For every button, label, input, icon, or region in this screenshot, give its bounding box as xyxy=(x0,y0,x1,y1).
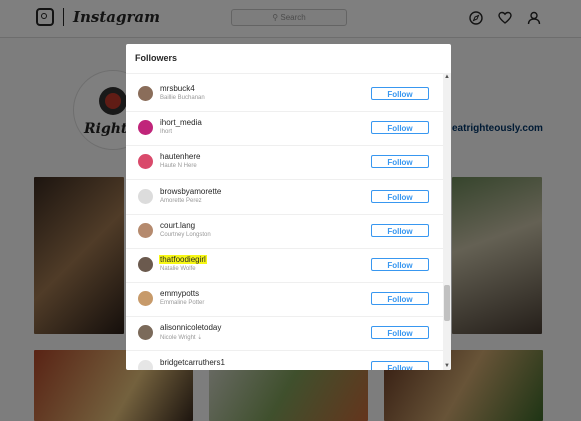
follower-username[interactable]: thatfoodiegirl xyxy=(159,255,207,264)
follower-username[interactable]: emmypotts xyxy=(160,289,199,298)
dialog-header: Followers xyxy=(126,44,451,74)
avatar[interactable] xyxy=(138,291,153,307)
follower-username[interactable]: hautenhere xyxy=(160,152,200,161)
follower-row: thatfoodiegirl Natalie Wolfe Follow xyxy=(126,249,443,283)
avatar[interactable] xyxy=(138,257,153,272)
follow-button[interactable]: Follow xyxy=(371,87,429,100)
follow-button[interactable]: Follow xyxy=(371,258,429,271)
avatar[interactable] xyxy=(138,222,153,238)
scroll-down-arrow-icon[interactable]: ▼ xyxy=(444,363,450,369)
follower-full-name: Emmaline Potter xyxy=(160,300,205,307)
scrollbar-thumb[interactable] xyxy=(444,285,450,321)
follower-full-name: Ihort xyxy=(160,129,173,136)
follower-username[interactable]: mrsbuck4 xyxy=(160,84,195,93)
dialog-title: Followers xyxy=(135,53,178,63)
follower-username[interactable]: browsbyamorette xyxy=(160,187,221,196)
follower-username[interactable]: ihort_media xyxy=(160,118,202,127)
follower-username[interactable]: alisonnicoletoday xyxy=(160,323,221,332)
avatar[interactable] xyxy=(138,86,153,101)
followers-list[interactable]: mrsbuck4 Baillie Buchanan Follow ihort_medi… xyxy=(126,73,443,370)
follower-username[interactable]: court.lang xyxy=(160,221,195,230)
follow-button[interactable]: Follow xyxy=(371,155,429,169)
avatar[interactable] xyxy=(138,325,153,341)
follower-full-name: Haute N Here xyxy=(160,163,197,170)
avatar[interactable] xyxy=(138,154,153,170)
follow-button[interactable]: Follow xyxy=(371,292,429,306)
follower-row: bridgetcarruthers1 Follow xyxy=(126,352,443,370)
follower-row: emmypotts Emmaline Potter Follow xyxy=(126,283,443,318)
follow-button[interactable]: Follow xyxy=(371,326,429,340)
follower-row: ihort_media Ihort Follow xyxy=(126,112,443,147)
avatar[interactable] xyxy=(138,188,153,204)
follower-row: mrsbuck4 Baillie Buchanan Follow xyxy=(126,78,443,112)
follower-full-name: Amorette Perez xyxy=(160,197,202,204)
follower-row: browsbyamorette Amorette Perez Follow xyxy=(126,181,443,215)
follower-row: court.lang Courtney Longston Follow xyxy=(126,215,443,249)
follower-full-name: Baillie Buchanan xyxy=(160,95,205,101)
avatar[interactable] xyxy=(138,120,153,136)
follower-row: alisonnicoletoday Nicole Wright ⇣ Follow xyxy=(126,317,443,352)
scroll-up-arrow-icon[interactable]: ▲ xyxy=(444,74,450,80)
follow-button[interactable]: Follow xyxy=(371,121,429,135)
follow-button[interactable]: Follow xyxy=(371,360,429,370)
follower-username[interactable]: bridgetcarruthers1 xyxy=(160,358,225,367)
follower-full-name: Nicole Wright ⇣ xyxy=(160,335,203,342)
follower-full-name: Courtney Longston xyxy=(160,231,211,238)
scrollbar[interactable]: ▲ ▼ xyxy=(443,73,451,370)
avatar[interactable] xyxy=(138,359,153,370)
follower-row: hautenhere Haute N Here Follow xyxy=(126,146,443,181)
followers-dialog: Followers mrsbuck4 Baillie Buchanan Follow… xyxy=(126,44,451,370)
follower-full-name: Natalie Wolfe xyxy=(160,266,196,272)
follow-button[interactable]: Follow xyxy=(371,223,429,237)
follow-button[interactable]: Follow xyxy=(371,189,429,203)
